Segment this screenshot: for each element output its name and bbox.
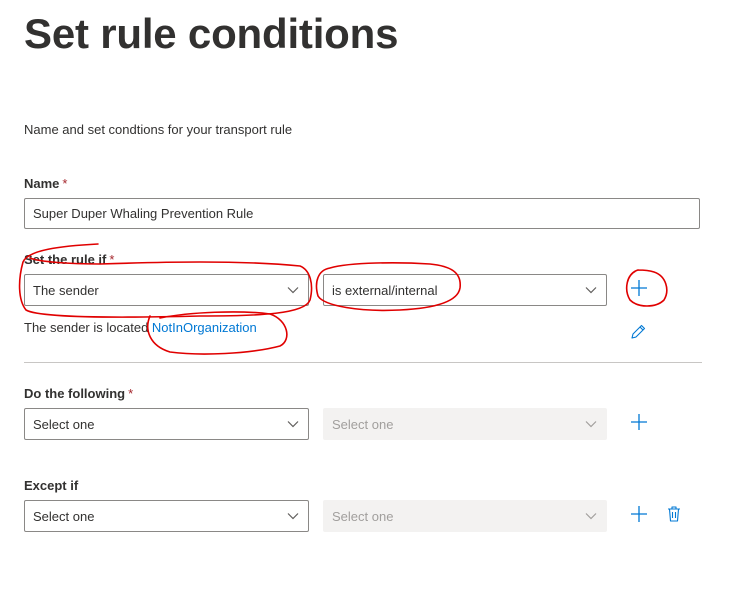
required-mark: * <box>128 386 134 401</box>
exception-dropdown[interactable]: Select one <box>24 500 309 532</box>
pencil-icon <box>629 323 647 346</box>
chevron-down-icon <box>286 283 300 297</box>
chevron-down-icon <box>286 417 300 431</box>
plus-icon <box>630 413 648 436</box>
required-mark: * <box>109 252 115 267</box>
except-if-label-text: Except if <box>24 478 79 493</box>
rule-if-predicate-value: is external/internal <box>332 282 438 298</box>
do-following-label: Do the following * <box>24 386 133 401</box>
name-label: Name * <box>24 176 67 191</box>
exception-value: Select one <box>33 508 95 524</box>
rule-if-label-text: Set the rule if <box>24 252 107 267</box>
edit-condition-button[interactable] <box>627 323 649 345</box>
action-detail-dropdown: Select one <box>323 408 607 440</box>
exception-detail-dropdown: Select one <box>323 500 607 532</box>
chevron-down-icon <box>286 509 300 523</box>
rule-if-condition-dropdown[interactable]: The sender <box>24 274 309 306</box>
required-mark: * <box>62 176 68 191</box>
add-action-button[interactable] <box>628 413 650 435</box>
page-title: Set rule conditions <box>24 10 399 57</box>
chevron-down-icon <box>584 509 598 523</box>
trash-icon <box>666 505 682 528</box>
rule-if-sentence: The sender is located NotInOrganization <box>24 320 257 335</box>
rule-if-sentence-prefix: The sender is located <box>24 320 149 335</box>
except-if-label: Except if <box>24 478 78 493</box>
action-detail-value: Select one <box>332 416 394 432</box>
add-condition-button[interactable] <box>628 279 650 301</box>
action-dropdown[interactable]: Select one <box>24 408 309 440</box>
rule-if-label: Set the rule if * <box>24 252 114 267</box>
do-following-label-text: Do the following <box>24 386 126 401</box>
section-divider <box>24 362 702 363</box>
not-in-organization-link[interactable]: NotInOrganization <box>152 320 257 335</box>
rule-if-condition-value: The sender <box>33 282 99 298</box>
plus-icon <box>630 505 648 528</box>
plus-icon <box>630 279 648 302</box>
delete-exception-button[interactable] <box>663 505 685 527</box>
rule-if-predicate-dropdown[interactable]: is external/internal <box>323 274 607 306</box>
name-label-text: Name <box>24 176 60 191</box>
add-exception-button[interactable] <box>628 505 650 527</box>
page-description: Name and set condtions for your transpor… <box>24 122 293 137</box>
chevron-down-icon <box>584 283 598 297</box>
action-value: Select one <box>33 416 95 432</box>
chevron-down-icon <box>584 417 598 431</box>
rule-name-input[interactable] <box>24 198 700 229</box>
exception-detail-value: Select one <box>332 508 394 524</box>
